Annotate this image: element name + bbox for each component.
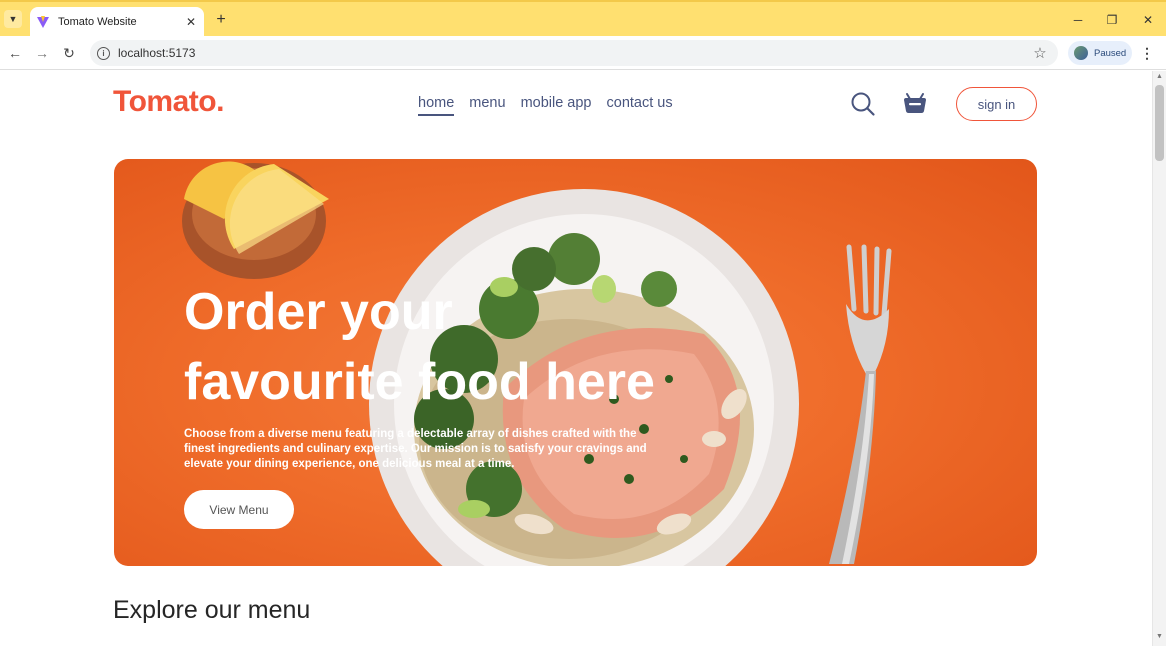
lemon-bowl-image (182, 161, 329, 279)
view-menu-button[interactable]: View Menu (184, 490, 294, 529)
reload-icon[interactable]: ↻ (59, 43, 79, 63)
browser-toolbar: ← → ↻ i localhost:5173 ☆ Paused ⋮ (0, 36, 1166, 70)
scroll-down-icon[interactable]: ▼ (1156, 633, 1163, 640)
fork-image (829, 244, 892, 564)
logo[interactable]: Tomato. (113, 85, 224, 119)
nav-item-home[interactable]: home (418, 95, 455, 116)
close-window-icon[interactable]: ✕ (1138, 11, 1158, 29)
avatar (1074, 46, 1088, 60)
navbar-menu: home menu mobile app contact us (418, 95, 673, 116)
new-tab-icon[interactable]: + (212, 11, 230, 29)
basket-icon[interactable] (902, 90, 928, 116)
tab-title: Tomato Website (58, 16, 137, 28)
nav-item-menu[interactable]: menu (469, 95, 505, 116)
address-bar[interactable]: i localhost:5173 ☆ (90, 40, 1058, 66)
bookmark-star-icon[interactable]: ☆ (1030, 44, 1050, 62)
page-scrollbar[interactable]: ▲ ▼ (1152, 71, 1166, 646)
minimize-icon[interactable]: ─ (1068, 11, 1088, 29)
hero-banner: Order your favourite food here Choose fr… (114, 159, 1037, 566)
url-text[interactable]: localhost:5173 (118, 46, 1030, 60)
tab-search-dropdown-icon[interactable]: ▼ (4, 10, 22, 28)
explore-menu-heading: Explore our menu (113, 596, 311, 624)
restore-icon[interactable]: ❐ (1102, 11, 1122, 29)
browser-tab[interactable]: Tomato Website ✕ (30, 7, 204, 37)
hero-description: Choose from a diverse menu featuring a d… (184, 428, 647, 470)
site-info-icon[interactable]: i (97, 46, 110, 60)
profile-button[interactable]: Paused (1068, 41, 1132, 65)
search-icon[interactable] (850, 91, 876, 117)
hero-title-line-2: favourite food here (184, 353, 655, 411)
page-content: Tomato. home menu mobile app contact us … (0, 71, 1152, 646)
profile-status: Paused (1094, 47, 1127, 59)
browser-tab-bar: ▼ Tomato Website ✕ + ─ ❐ ✕ (0, 0, 1166, 37)
browser-menu-icon[interactable]: ⋮ (1140, 44, 1154, 62)
scroll-up-icon[interactable]: ▲ (1156, 73, 1163, 80)
tab-close-icon[interactable]: ✕ (182, 13, 200, 31)
back-icon[interactable]: ← (5, 43, 25, 63)
hero-title: Order your favourite food here (184, 277, 704, 417)
forward-icon[interactable]: → (32, 43, 52, 63)
sign-in-button[interactable]: sign in (956, 87, 1037, 121)
scroll-thumb[interactable] (1155, 85, 1164, 161)
vite-favicon-icon (37, 16, 49, 28)
hero-title-line-1: Order your (184, 283, 453, 341)
nav-item-contact-us[interactable]: contact us (607, 95, 673, 116)
nav-item-mobile-app[interactable]: mobile app (521, 95, 592, 116)
